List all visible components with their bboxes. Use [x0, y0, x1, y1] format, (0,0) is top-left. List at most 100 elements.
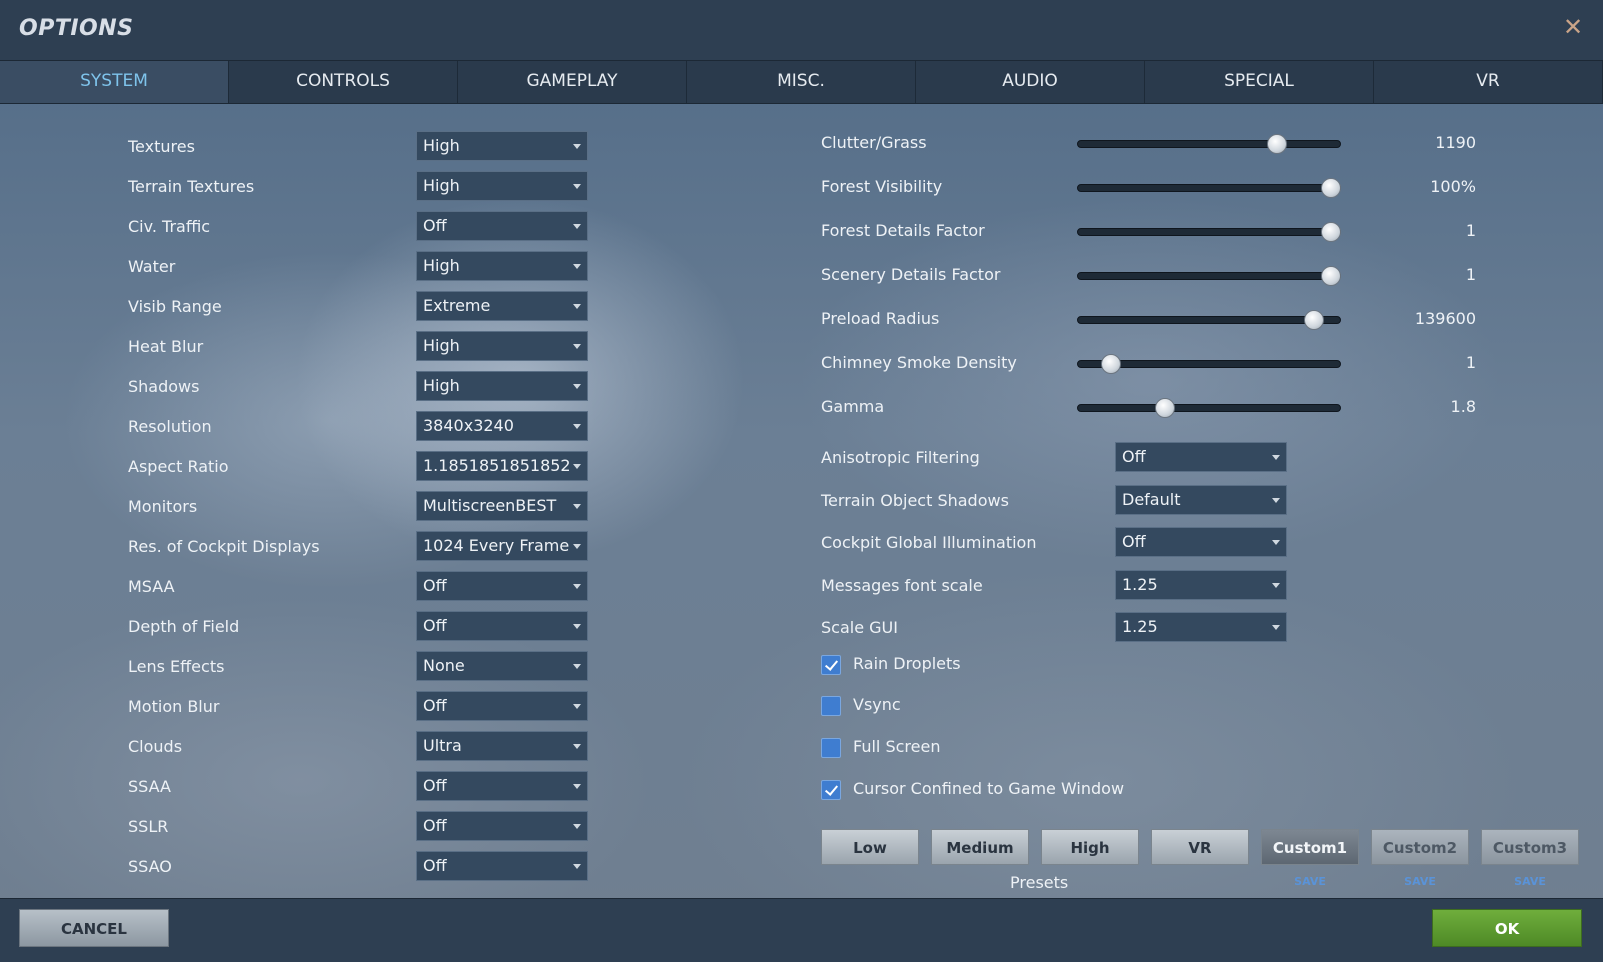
save-custom2-link[interactable]: SAVE: [1371, 875, 1469, 888]
dropdown-depth-of-field[interactable]: Off: [416, 611, 588, 641]
tab-vr[interactable]: VR: [1374, 61, 1603, 103]
dropdown-textures[interactable]: High: [416, 131, 588, 161]
dropdown-scale-gui[interactable]: 1.25: [1115, 612, 1287, 642]
checkbox-label: Full Screen: [853, 737, 941, 756]
dropdown-msaa[interactable]: Off: [416, 571, 588, 601]
presets-label: Presets: [1010, 873, 1069, 892]
preset-low-button[interactable]: Low: [821, 829, 919, 865]
dropdown-shadows[interactable]: High: [416, 371, 588, 401]
slider-handle[interactable]: [1321, 222, 1341, 242]
dropdown-sslr[interactable]: Off: [416, 811, 588, 841]
chevron-down-icon: [573, 384, 581, 389]
dropdown-motion-blur[interactable]: Off: [416, 691, 588, 721]
label-terrain-object-shadows: Terrain Object Shadows: [821, 491, 1009, 510]
label-forest-visibility: Forest Visibility: [821, 177, 943, 196]
chevron-down-icon: [1272, 455, 1280, 460]
dropdown-value: Off: [423, 816, 447, 835]
preset-custom3-button[interactable]: Custom3: [1481, 829, 1579, 865]
slider-clutter-grass[interactable]: [1077, 140, 1341, 148]
dropdown-monitors[interactable]: MultiscreenBEST: [416, 491, 588, 521]
tab-audio[interactable]: AUDIO: [916, 61, 1145, 103]
dropdown-visib-range[interactable]: Extreme: [416, 291, 588, 321]
options-window: OPTIONS ✕ SYSTEM CONTROLS GAMEPLAY MISC.…: [0, 0, 1603, 962]
dropdown-lens-effects[interactable]: None: [416, 651, 588, 681]
label-terrain-textures: Terrain Textures: [128, 177, 255, 196]
slider-handle[interactable]: [1155, 398, 1176, 418]
checkbox-label: Vsync: [853, 695, 901, 714]
slider-handle[interactable]: [1101, 354, 1122, 374]
dropdown-value: 1.25: [1122, 617, 1158, 636]
preset-vr-button[interactable]: VR: [1151, 829, 1249, 865]
dropdown-value: High: [423, 176, 460, 195]
tab-gameplay[interactable]: GAMEPLAY: [458, 61, 687, 103]
checkbox-label: Cursor Confined to Game Window: [853, 779, 1125, 798]
dropdown-clouds[interactable]: Ultra: [416, 731, 588, 761]
dropdown-heat-blur[interactable]: High: [416, 331, 588, 361]
label-depth-of-field: Depth of Field: [128, 617, 240, 636]
dropdown-res-of-cockpit-displays[interactable]: 1024 Every Frame: [416, 531, 588, 561]
chevron-down-icon: [573, 344, 581, 349]
chevron-down-icon: [573, 304, 581, 309]
slider-handle[interactable]: [1267, 134, 1288, 154]
label-textures: Textures: [128, 137, 195, 156]
dropdown-messages-font-scale[interactable]: 1.25: [1115, 570, 1287, 600]
tab-system[interactable]: SYSTEM: [0, 61, 229, 103]
slider-handle[interactable]: [1321, 178, 1341, 198]
dropdown-terrain-object-shadows[interactable]: Default: [1115, 485, 1287, 515]
ok-button[interactable]: OK: [1432, 909, 1582, 947]
slider-forest-details-factor[interactable]: [1077, 228, 1341, 236]
slider-preload-radius[interactable]: [1077, 316, 1341, 324]
tab-special[interactable]: SPECIAL: [1145, 61, 1374, 103]
dropdown-value: Off: [423, 216, 447, 235]
label-scale-gui: Scale GUI: [821, 618, 898, 637]
slider-value: 1190: [1435, 133, 1476, 152]
label-gamma: Gamma: [821, 397, 885, 416]
dropdown-aspect-ratio[interactable]: 1.1851851851852: [416, 451, 588, 481]
save-custom3-link[interactable]: SAVE: [1481, 875, 1579, 888]
label-lens-effects: Lens Effects: [128, 657, 225, 676]
dropdown-cockpit-global-illumination[interactable]: Off: [1115, 527, 1287, 557]
checkbox-rain-droplets[interactable]: [821, 655, 841, 675]
slider-handle[interactable]: [1303, 310, 1324, 330]
checkbox-cursor-confined-to-game-window[interactable]: [821, 780, 841, 800]
checkbox-vsync[interactable]: [821, 696, 841, 716]
close-icon[interactable]: ✕: [1562, 15, 1584, 39]
dropdown-ssaa[interactable]: Off: [416, 771, 588, 801]
slider-forest-visibility[interactable]: [1077, 184, 1341, 192]
dropdown-anisotropic-filtering[interactable]: Off: [1115, 442, 1287, 472]
dropdown-terrain-textures[interactable]: High: [416, 171, 588, 201]
checkbox-label: Rain Droplets: [853, 654, 961, 673]
dropdown-resolution[interactable]: 3840x3240: [416, 411, 588, 441]
label-motion-blur: Motion Blur: [128, 697, 220, 716]
dropdown-civ-traffic[interactable]: Off: [416, 211, 588, 241]
dropdown-value: Off: [1122, 532, 1146, 551]
window-title: OPTIONS: [19, 16, 134, 41]
slider-scenery-details-factor[interactable]: [1077, 272, 1341, 280]
dropdown-water[interactable]: High: [416, 251, 588, 281]
chevron-down-icon: [573, 424, 581, 429]
chevron-down-icon: [573, 224, 581, 229]
cancel-button[interactable]: CANCEL: [19, 909, 169, 947]
tab-controls[interactable]: CONTROLS: [229, 61, 458, 103]
slider-handle[interactable]: [1321, 266, 1341, 286]
slider-value: 1.8: [1450, 397, 1476, 416]
chevron-down-icon: [1272, 498, 1280, 503]
chevron-down-icon: [573, 624, 581, 629]
label-anisotropic-filtering: Anisotropic Filtering: [821, 448, 980, 467]
slider-value: 139600: [1414, 309, 1476, 328]
chevron-down-icon: [573, 704, 581, 709]
preset-custom1-button[interactable]: Custom1: [1261, 829, 1359, 865]
save-custom1-link[interactable]: SAVE: [1261, 875, 1359, 888]
preset-high-button[interactable]: High: [1041, 829, 1139, 865]
dropdown-value: 1.1851851851852: [423, 456, 571, 475]
preset-medium-button[interactable]: Medium: [931, 829, 1029, 865]
checkbox-full-screen[interactable]: [821, 738, 841, 758]
label-ssao: SSAO: [128, 857, 172, 876]
chevron-down-icon: [573, 264, 581, 269]
preset-custom2-button[interactable]: Custom2: [1371, 829, 1469, 865]
tab-misc[interactable]: MISC.: [687, 61, 916, 103]
slider-gamma[interactable]: [1077, 404, 1341, 412]
dropdown-value: Default: [1122, 490, 1181, 509]
dropdown-ssao[interactable]: Off: [416, 851, 588, 881]
dropdown-value: Off: [423, 856, 447, 875]
